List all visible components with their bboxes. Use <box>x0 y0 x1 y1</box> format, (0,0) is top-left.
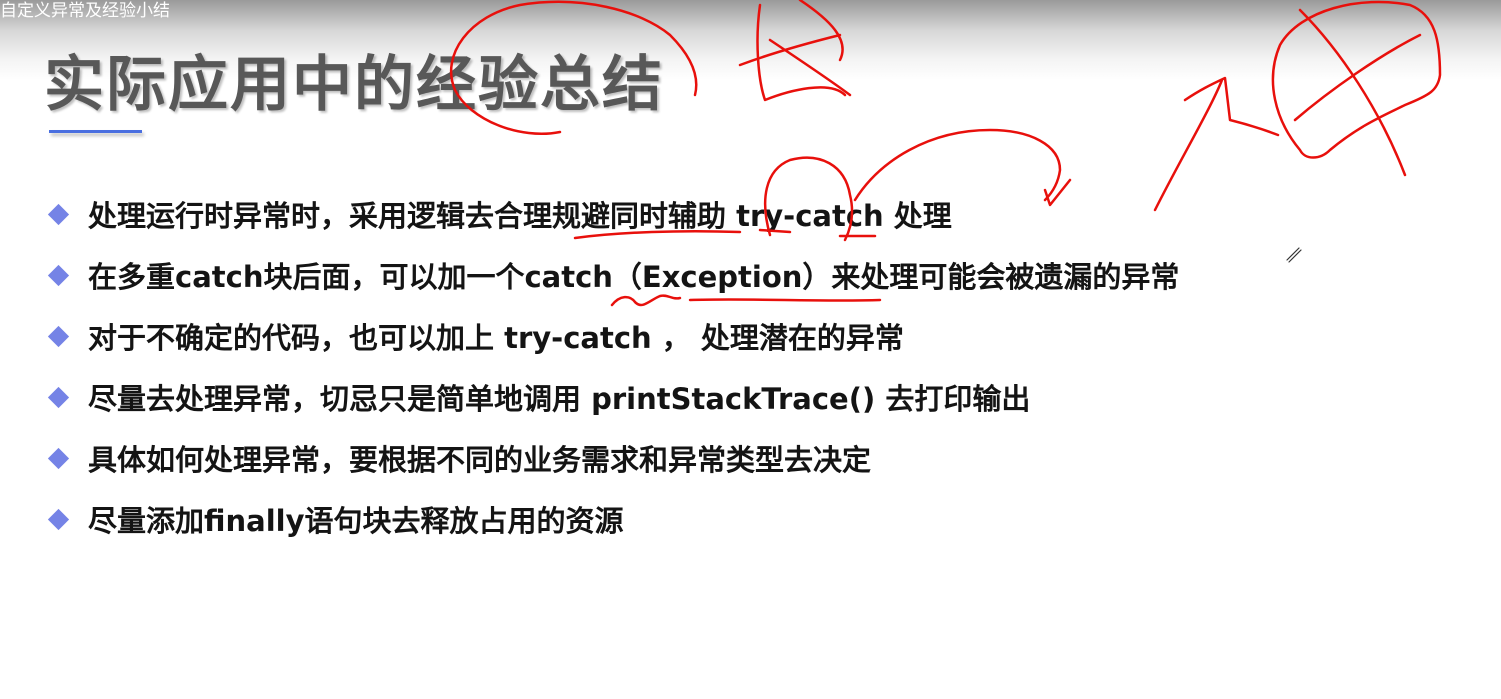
bullet-item: 在多重catch块后面，可以加一个catch（Exception）来处理可能会被… <box>42 257 1179 318</box>
ink-circle-x <box>1271 0 1442 177</box>
title-underline <box>49 130 142 133</box>
diamond-bullet-icon <box>47 447 70 470</box>
bullet-item: 尽量去处理异常，切忌只是简单地调用 printStackTrace() 去打印输… <box>42 379 1179 440</box>
bullet-text: 具体如何处理异常，要根据不同的业务需求和异常类型去决定 <box>88 443 872 477</box>
diamond-bullet-icon <box>47 508 70 531</box>
bullet-text: 在多重catch块后面，可以加一个catch（Exception）来处理可能会被… <box>88 260 1180 294</box>
bullet-list: 处理运行时异常时，采用逻辑去合理规避同时辅助 try-catch 处理 在多重c… <box>42 196 1179 562</box>
bullet-text: 处理运行时异常时，采用逻辑去合理规避同时辅助 try-catch 处理 <box>88 199 952 233</box>
bullet-text: 尽量去处理异常，切忌只是简单地调用 printStackTrace() 去打印输… <box>88 382 1031 416</box>
bullet-item: 具体如何处理异常，要根据不同的业务需求和异常类型去决定 <box>42 440 1179 501</box>
ink-arrow-up <box>1153 76 1280 212</box>
ink-x-mark-1 <box>738 0 852 102</box>
diamond-bullet-icon <box>47 203 70 226</box>
diamond-bullet-icon <box>47 386 70 409</box>
slide-title: 实际应用中的经验总结 <box>44 50 664 120</box>
bullet-item: 处理运行时异常时，采用逻辑去合理规避同时辅助 try-catch 处理 <box>42 196 1179 257</box>
pen-cursor-icon <box>1286 247 1302 263</box>
bullet-text: 尽量添加finally语句块去释放占用的资源 <box>88 504 624 538</box>
diamond-bullet-icon <box>47 264 70 287</box>
bullet-text: 对于不确定的代码，也可以加上 try-catch ， 处理潜在的异常 <box>88 321 904 355</box>
window-title: 自定义异常及经验小结 <box>0 1 170 21</box>
bullet-item: 对于不确定的代码，也可以加上 try-catch ， 处理潜在的异常 <box>42 318 1179 379</box>
bullet-item: 尽量添加finally语句块去释放占用的资源 <box>42 501 1179 562</box>
diamond-bullet-icon <box>47 325 70 348</box>
